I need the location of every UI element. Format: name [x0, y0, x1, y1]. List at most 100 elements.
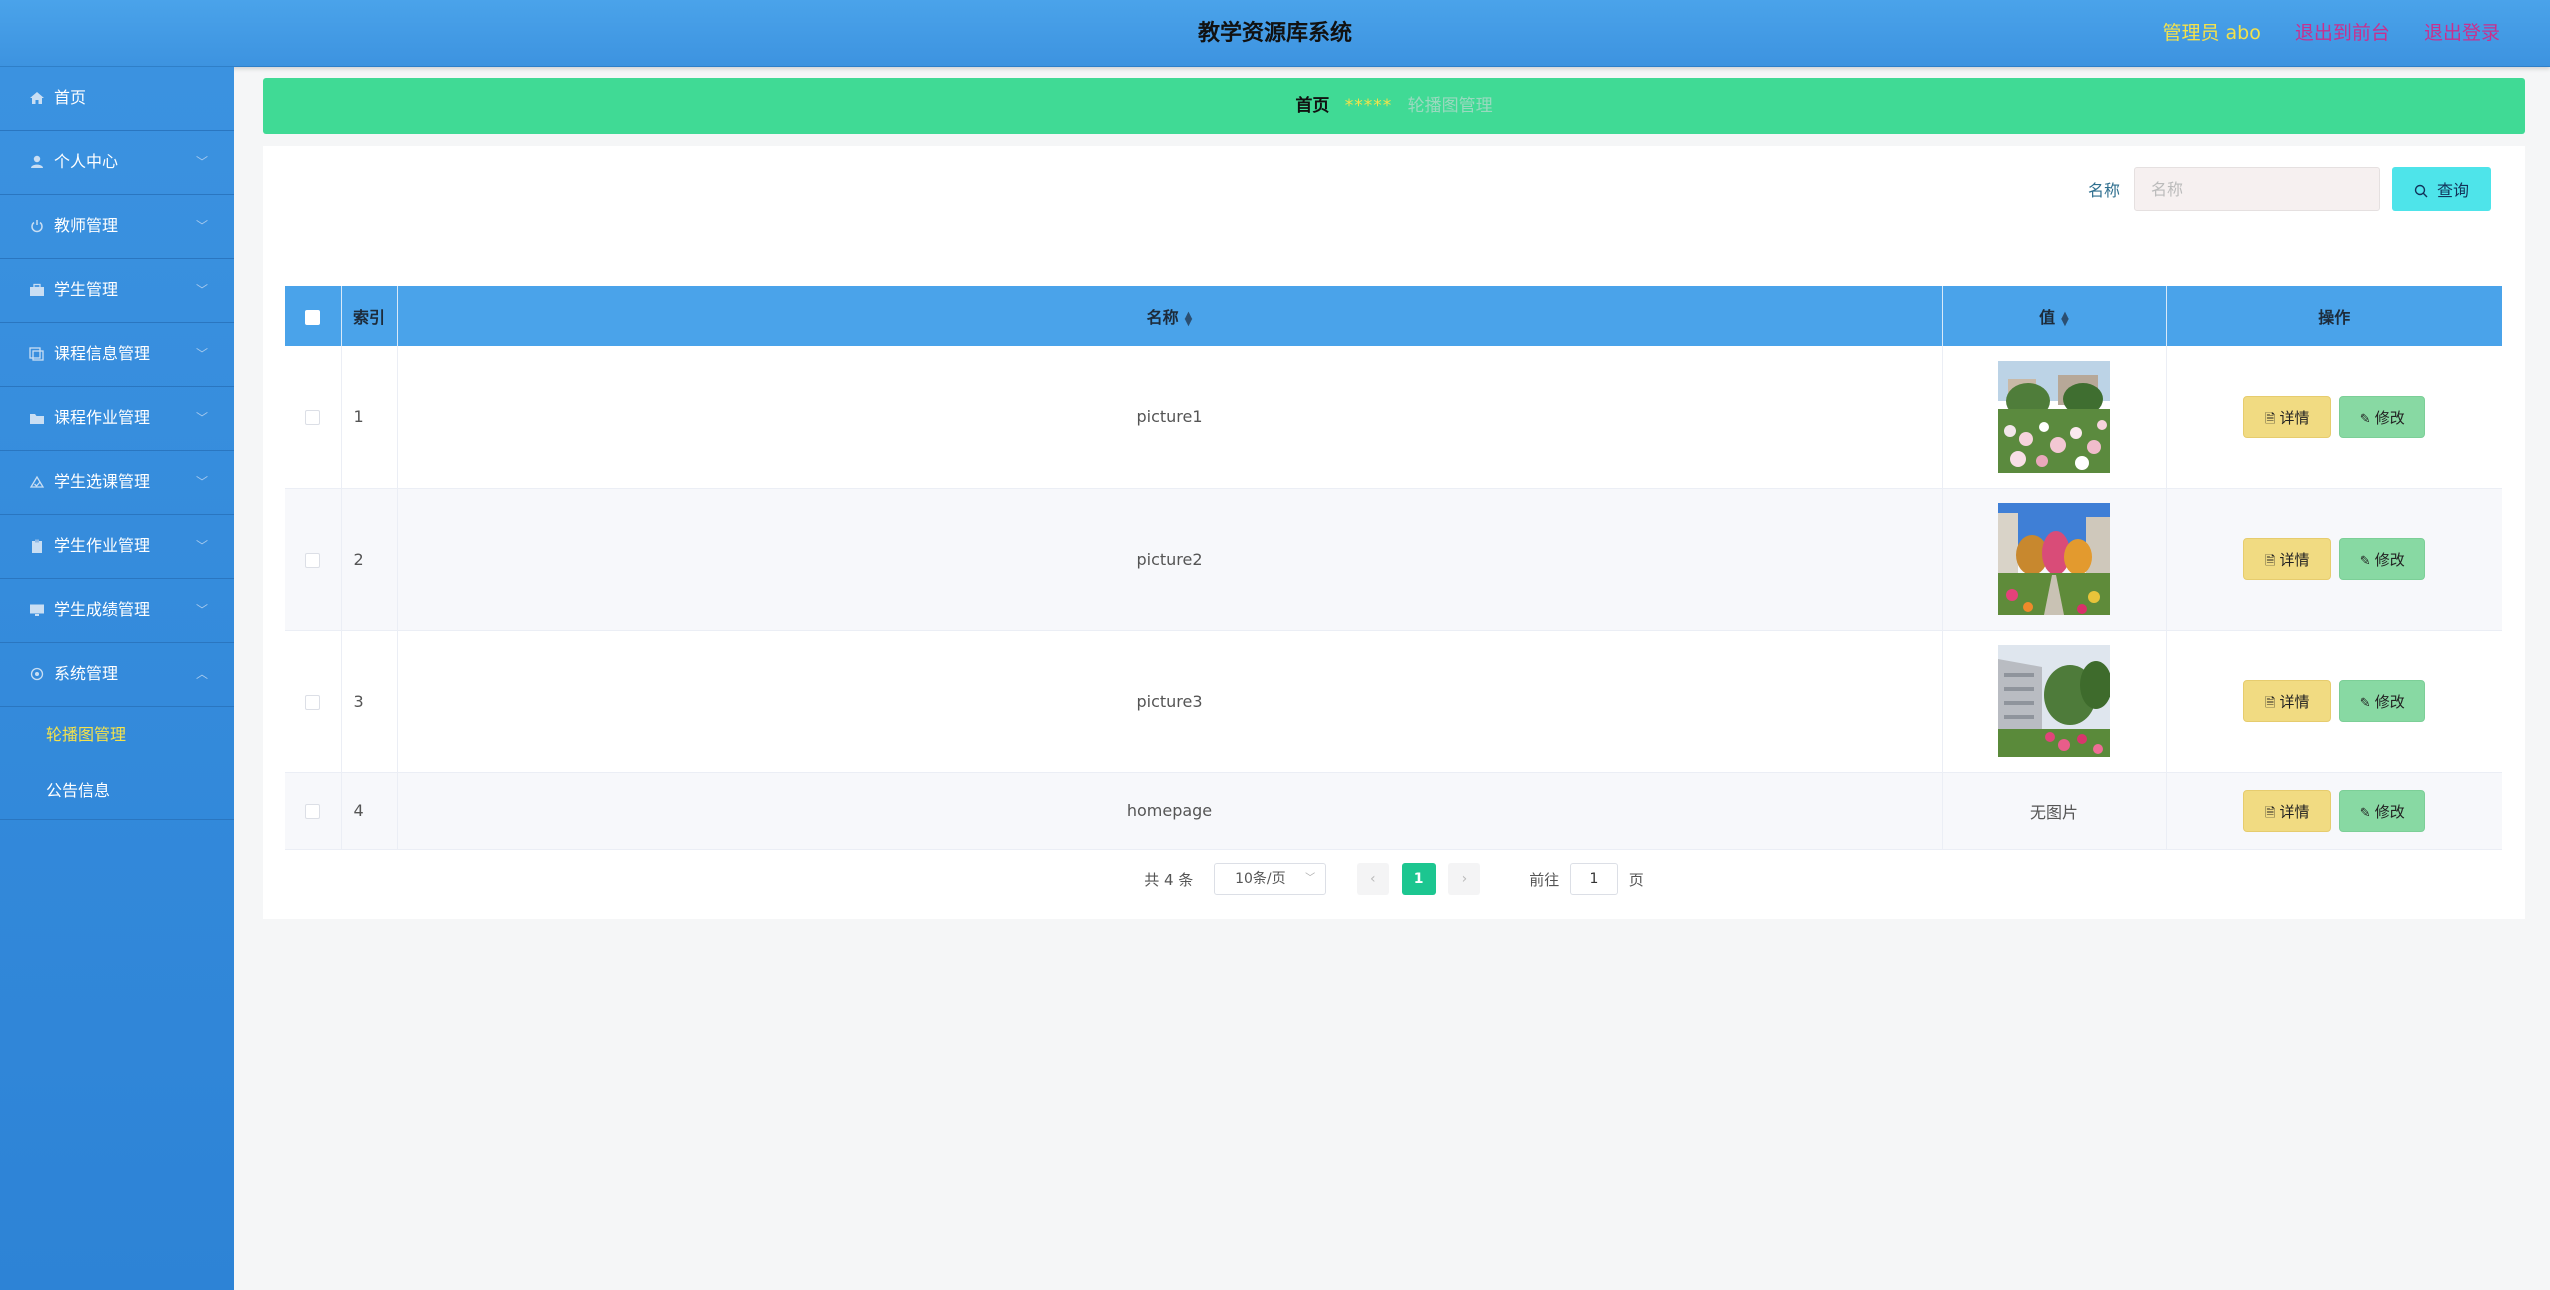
row-checkbox[interactable] [305, 410, 321, 426]
chevron-down-icon: ﹀ [195, 283, 208, 297]
power-icon [28, 219, 46, 235]
header-value-label: 值 [2039, 308, 2056, 327]
detail-button-label: 详情 [2279, 693, 2310, 711]
top-header: 教学资源库系统 管理员 abo 退出到前台 退出登录 [0, 0, 2550, 67]
name-search-input[interactable] [2134, 167, 2380, 211]
carousel-table: 索引 名称 ▲ ▼ 值 ▲ ▼ 操作 1 picture1 🗎 详情 ✎ 修改 … [285, 286, 2502, 850]
submenu-item-announcement[interactable]: 公告信息 [0, 763, 234, 819]
sidebar-item-label: 学生作业管理 [54, 536, 151, 555]
row-checkbox[interactable] [305, 694, 321, 710]
next-page-button[interactable]: › [1448, 863, 1481, 895]
sidebar-item-personal-center[interactable]: 个人中心 ﹀ [0, 131, 234, 195]
sidebar-item-home[interactable]: 首页 [0, 67, 234, 131]
select-all-cell [285, 286, 342, 346]
table-header-row: 索引 名称 ▲ ▼ 值 ▲ ▼ 操作 [285, 286, 2502, 346]
header-value[interactable]: 值 ▲ ▼ [1942, 286, 2167, 346]
row-checkbox-cell [285, 488, 342, 631]
breadcrumb-home[interactable]: 首页 [1295, 96, 1329, 116]
row-actions: 🗎 详情 ✎ 修改 [2166, 346, 2502, 489]
query-button[interactable]: 查询 [2392, 167, 2491, 211]
briefcase-icon [28, 283, 46, 299]
edit-button[interactable]: ✎ 修改 [2339, 680, 2426, 722]
exit-to-front-link[interactable]: 退出到前台 [2295, 22, 2390, 44]
document-icon: 🗎 [2265, 554, 2276, 569]
sidebar-item-teacher[interactable]: 教师管理 ﹀ [0, 195, 234, 259]
row-checkbox-cell [285, 630, 342, 773]
row-no-image: 无图片 [1942, 772, 2167, 850]
detail-button-label: 详情 [2279, 802, 2310, 821]
detail-button[interactable]: 🗎 详情 [2243, 680, 2332, 722]
edit-button-label: 修改 [2374, 408, 2405, 427]
chevron-down-icon: ﹀ [1305, 873, 1316, 884]
detail-button-label: 详情 [2279, 408, 2310, 427]
row-checkbox-cell [285, 772, 342, 850]
row-checkbox[interactable] [305, 804, 321, 819]
sidebar-item-label: 学生管理 [54, 280, 119, 299]
edit-button-label: 修改 [2374, 551, 2405, 569]
sidebar-item-course-selection[interactable]: 学生选课管理 ﹀ [0, 451, 234, 515]
row-index: 1 [341, 346, 398, 489]
detail-button-label: 详情 [2279, 551, 2310, 569]
table-row: 4 homepage 无图片 🗎 详情 ✎ 修改 [285, 772, 2502, 850]
edit-icon: ✎ [2359, 411, 2371, 427]
folder-icon [28, 411, 46, 427]
row-name: homepage [397, 772, 1943, 850]
goto-page-input[interactable]: 1 [1570, 863, 1618, 895]
edit-icon: ✎ [2359, 696, 2371, 711]
breadcrumb: 首页 ***** 轮播图管理 [263, 78, 2525, 134]
page-size-value: 10条/页 [1235, 871, 1286, 887]
home-icon [28, 91, 46, 107]
table-row: 3 picture3 🗎 详情 ✎ 修改 [285, 630, 2502, 773]
detail-button[interactable]: 🗎 详情 [2243, 538, 2332, 580]
header-name[interactable]: 名称 ▲ ▼ [397, 286, 1943, 346]
breadcrumb-current: 轮播图管理 [1407, 96, 1493, 116]
current-page-button[interactable]: 1 [1401, 863, 1436, 895]
row-value [1942, 346, 2167, 489]
row-name: picture1 [397, 346, 1943, 489]
row-checkbox-cell [285, 346, 342, 489]
chevron-down-icon: ﹀ [195, 603, 208, 617]
document-icon: 🗎 [2265, 696, 2276, 711]
campus-flowers-photo [1998, 360, 2110, 473]
detail-button[interactable]: 🗎 详情 [2243, 789, 2332, 832]
select-all-checkbox[interactable] [305, 309, 321, 325]
chevron-up-icon: ︿ [195, 667, 208, 681]
edit-button[interactable]: ✎ 修改 [2339, 789, 2426, 832]
pagination-total: 共 4 条 [1144, 870, 1194, 889]
logout-link[interactable]: 退出登录 [2424, 22, 2500, 44]
edit-button[interactable]: ✎ 修改 [2339, 395, 2426, 438]
sidebar-item-label: 个人中心 [54, 152, 119, 171]
check-icon [28, 475, 46, 491]
sidebar-item-course-info[interactable]: 课程信息管理 ﹀ [0, 323, 234, 387]
row-actions: 🗎 详情 ✎ 修改 [2166, 772, 2502, 850]
sidebar-item-student-homework[interactable]: 学生作业管理 ﹀ [0, 515, 234, 579]
chevron-down-icon: ﹀ [195, 475, 208, 489]
sidebar-item-system[interactable]: 系统管理 ︿ [0, 643, 234, 707]
sidebar-item-student-grades[interactable]: 学生成绩管理 ﹀ [0, 579, 234, 643]
row-checkbox[interactable] [305, 552, 321, 568]
row-actions: 🗎 详情 ✎ 修改 [2166, 488, 2502, 631]
row-index: 2 [341, 488, 398, 631]
detail-button[interactable]: 🗎 详情 [2243, 395, 2332, 438]
pagination: 共 4 条 10条/页 ﹀ ‹ 1 › 前往 1 页 [263, 863, 2525, 897]
campus-garden-photo [1998, 503, 2110, 615]
row-index: 3 [341, 630, 398, 773]
prev-page-button[interactable]: ‹ [1356, 863, 1389, 895]
page-size-select[interactable]: 10条/页 ﹀ [1214, 863, 1327, 895]
header-name-label: 名称 [1146, 308, 1179, 327]
search-icon [2414, 181, 2437, 200]
sidebar-item-student[interactable]: 学生管理 ﹀ [0, 259, 234, 323]
sort-icon[interactable]: ▲ ▼ [2061, 310, 2069, 327]
sidebar-item-label: 学生成绩管理 [54, 600, 151, 619]
edit-button-label: 修改 [2374, 693, 2405, 711]
submenu-item-carousel[interactable]: 轮播图管理 [0, 707, 234, 763]
sidebar-item-label: 系统管理 [54, 664, 119, 683]
sidebar-item-course-homework[interactable]: 课程作业管理 ﹀ [0, 387, 234, 451]
row-name: picture2 [397, 488, 1943, 631]
page-unit-label: 页 [1628, 870, 1644, 889]
edit-button[interactable]: ✎ 修改 [2339, 538, 2426, 580]
chevron-down-icon: ﹀ [195, 219, 208, 233]
clipboard-icon [28, 539, 46, 555]
user-icon [28, 155, 46, 171]
sort-icon[interactable]: ▲ ▼ [1185, 310, 1193, 327]
